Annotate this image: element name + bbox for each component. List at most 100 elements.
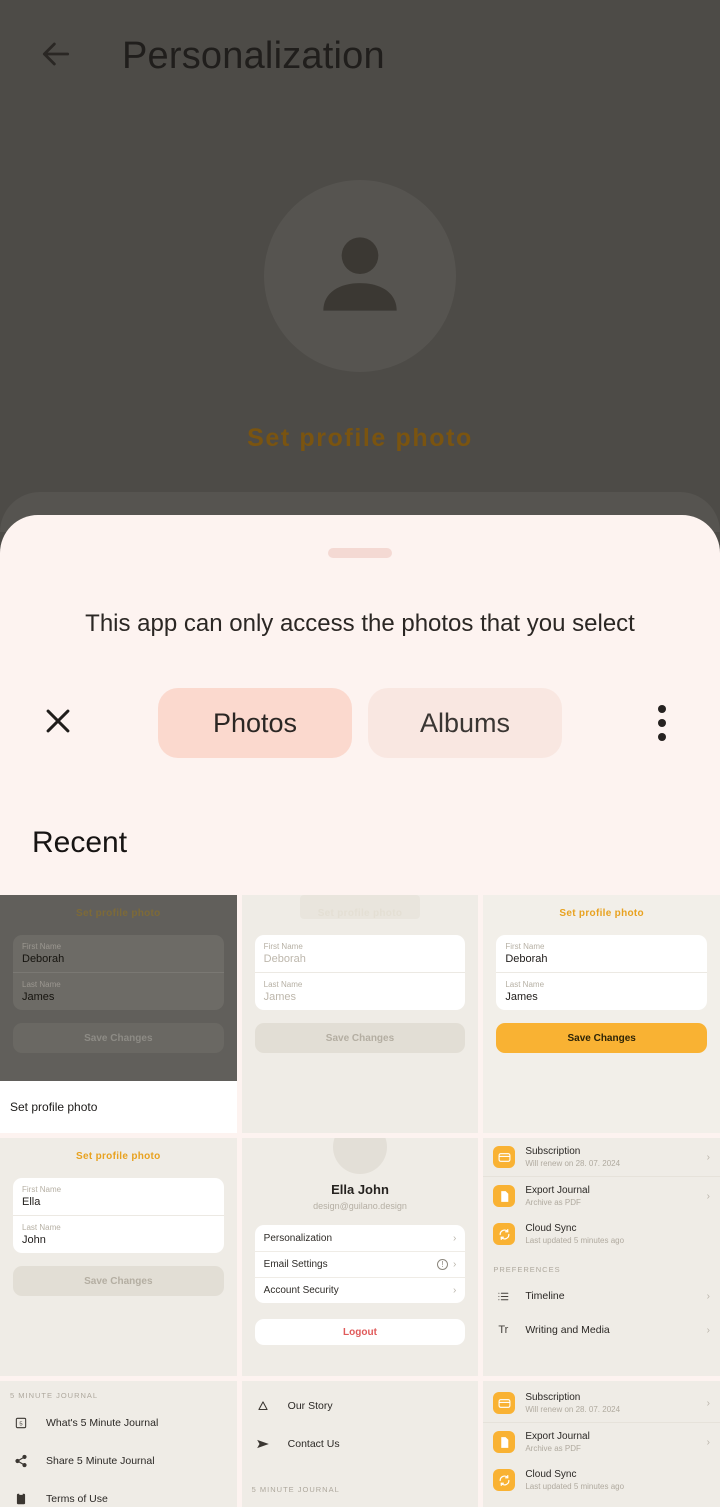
list-item-label: What's 5 Minute Journal bbox=[46, 1417, 159, 1429]
list-item: Contact Us bbox=[242, 1425, 479, 1463]
thumb-field-value: John bbox=[22, 1234, 46, 1246]
thumb-field-value: Ella bbox=[22, 1196, 41, 1208]
text-format-icon: Tr bbox=[498, 1324, 509, 1336]
thumb-header: Set profile photo bbox=[559, 908, 644, 919]
list-item: Cloud Sync Last updated 5 minutes ago bbox=[483, 1461, 720, 1499]
clipboard-icon bbox=[10, 1488, 32, 1507]
thumb-save-button: Save Changes bbox=[13, 1266, 224, 1296]
chevron-right-icon: › bbox=[706, 1151, 710, 1163]
overflow-menu-button[interactable] bbox=[634, 695, 690, 751]
thumb-field-value: James bbox=[505, 991, 538, 1003]
list-item-subtitle: Last updated 5 minutes ago bbox=[525, 1236, 625, 1245]
thumb-field-label: First Name bbox=[263, 942, 303, 951]
overflow-menu-icon bbox=[658, 705, 666, 713]
list-item: Subscription Will renew on 28. 07. 2024 … bbox=[483, 1381, 720, 1422]
card-icon bbox=[493, 1146, 516, 1168]
list-item-label: Account Security bbox=[263, 1285, 339, 1296]
thumb-save-button: Save Changes bbox=[13, 1023, 224, 1053]
photo-thumbnail[interactable]: Ella John design@guilano.design Personal… bbox=[241, 1138, 479, 1376]
access-message: This app can only access the photos that… bbox=[85, 610, 635, 637]
drag-handle[interactable] bbox=[328, 548, 392, 558]
thumb-logout-button: Logout bbox=[254, 1319, 466, 1345]
thumb-field: First Name Deborah bbox=[496, 935, 707, 972]
thumb-settings-list: Personalization › Email Settings ! › Acc… bbox=[254, 1225, 466, 1303]
list-item-title: Subscription bbox=[525, 1146, 581, 1157]
photo-thumbnail[interactable]: Set profile photo First Name Deborah Las… bbox=[0, 895, 237, 1133]
photo-thumbnail[interactable]: Set profile photo First Name Deborah Las… bbox=[483, 895, 720, 1133]
screen-root: Personalization Set profile photo This a… bbox=[0, 0, 720, 1507]
photo-thumbnail[interactable]: 5 MINUTE JOURNAL 5 What's 5 Minute Journ… bbox=[0, 1381, 237, 1507]
list-item: Export Journal Archive as PDF › bbox=[483, 1176, 720, 1215]
chevron-right-icon: › bbox=[452, 1232, 457, 1244]
preferences-header: PREFERENCES bbox=[493, 1265, 561, 1274]
chevron-right-icon: › bbox=[706, 1436, 710, 1448]
list-item-subtitle: Archive as PDF bbox=[525, 1198, 581, 1207]
card-icon bbox=[493, 1392, 516, 1414]
list-item-label: Personalization bbox=[263, 1232, 333, 1244]
triangle-icon bbox=[252, 1395, 274, 1417]
list-item: Email Settings ! › bbox=[254, 1251, 466, 1277]
list-item: 5 What's 5 Minute Journal bbox=[242, 1498, 479, 1507]
list-item-label: Our Story bbox=[287, 1400, 333, 1412]
chevron-right-icon: › bbox=[706, 1324, 710, 1336]
tab-photos[interactable]: Photos bbox=[158, 688, 352, 758]
list-item-label: Email Settings bbox=[263, 1259, 328, 1270]
thumb-field-label: First Name bbox=[505, 942, 545, 951]
thumb-save-button: Save Changes bbox=[254, 1023, 466, 1053]
list-item: Cloud Sync Last updated 5 minutes ago bbox=[483, 1215, 720, 1253]
warning-icon: ! bbox=[436, 1259, 448, 1270]
photo-thumbnail[interactable]: Our Story Contact Us 5 MINUTE JOURNAL bbox=[241, 1381, 479, 1507]
back-button[interactable] bbox=[28, 28, 84, 84]
picker-toolbar: Photos Albums bbox=[0, 688, 720, 758]
photo-thumbnail[interactable]: Set profile photo First Name Ella Last N… bbox=[0, 1138, 237, 1376]
thumb-field-value: Deborah bbox=[505, 953, 548, 965]
chevron-right-icon: › bbox=[706, 1397, 710, 1409]
person-placeholder-icon bbox=[305, 219, 415, 334]
tab-albums[interactable]: Albums bbox=[368, 688, 562, 758]
thumb-field: First Name Deborah bbox=[255, 935, 466, 972]
list-item-label: Writing and Media bbox=[525, 1324, 610, 1336]
chevron-right-icon: › bbox=[452, 1285, 457, 1296]
thumb-header: Set profile photo bbox=[299, 895, 420, 919]
thumb-field-label: Last Name bbox=[22, 980, 61, 989]
thumb-field-value: James bbox=[263, 991, 297, 1003]
set-profile-photo-link[interactable]: Set profile photo bbox=[247, 424, 473, 453]
chevron-right-icon: › bbox=[706, 1290, 710, 1302]
thumb-header: Set profile photo bbox=[76, 908, 161, 919]
list-item: 5 What's 5 Minute Journal bbox=[0, 1404, 237, 1442]
list-item: Timeline › bbox=[483, 1279, 720, 1313]
photo-thumbnail[interactable]: Subscription Will renew on 28. 07. 2024 … bbox=[483, 1381, 720, 1507]
thumb-field-value: James bbox=[22, 991, 55, 1003]
photo-thumbnail[interactable]: Set profile photo First Name Deborah Las… bbox=[241, 895, 479, 1133]
photo-grid: Set profile photo First Name Deborah Las… bbox=[0, 895, 720, 1507]
app-header: Personalization bbox=[0, 0, 720, 112]
list-item-subtitle: Last updated 5 minutes ago bbox=[525, 1482, 625, 1491]
avatar[interactable] bbox=[264, 180, 456, 372]
list-item: Export Journal Archive as PDF › bbox=[483, 1422, 720, 1461]
chevron-right-icon: › bbox=[706, 1190, 710, 1202]
recent-section-header: Recent bbox=[32, 826, 128, 859]
close-button[interactable] bbox=[30, 695, 86, 751]
list-item: Personalization › bbox=[255, 1225, 466, 1251]
list-item-label: Share 5 Minute Journal bbox=[46, 1455, 155, 1467]
chevron-right-icon: › bbox=[452, 1259, 457, 1270]
thumb-form: First Name Deborah Last Name James bbox=[13, 935, 224, 1010]
share-icon bbox=[10, 1450, 32, 1472]
list-item-subtitle: Will renew on 28. 07. 2024 bbox=[525, 1405, 621, 1414]
thumb-header: Set profile photo bbox=[76, 1151, 161, 1162]
thumb-field-label: Last Name bbox=[505, 980, 545, 989]
thumb-field-label: Last Name bbox=[22, 1223, 61, 1232]
document-icon bbox=[493, 1185, 516, 1207]
list-icon bbox=[493, 1286, 513, 1306]
five-badge-icon: 5 bbox=[10, 1412, 32, 1434]
thumb-field: Last Name James bbox=[254, 972, 466, 1010]
overflow-menu-icon bbox=[658, 733, 666, 741]
list-item: Terms of Use bbox=[0, 1480, 237, 1507]
thumb-field-value: Deborah bbox=[263, 953, 306, 965]
photo-thumbnail[interactable]: Subscription Will renew on 28. 07. 2024 … bbox=[483, 1138, 720, 1376]
thumb-field: First Name Deborah bbox=[13, 935, 224, 972]
list-item: Our Story bbox=[242, 1381, 479, 1425]
thumb-field-label: Last Name bbox=[263, 980, 303, 989]
section-header: 5 MINUTE JOURNAL bbox=[10, 1391, 99, 1400]
profile-photo-section: Set profile photo bbox=[0, 180, 720, 453]
